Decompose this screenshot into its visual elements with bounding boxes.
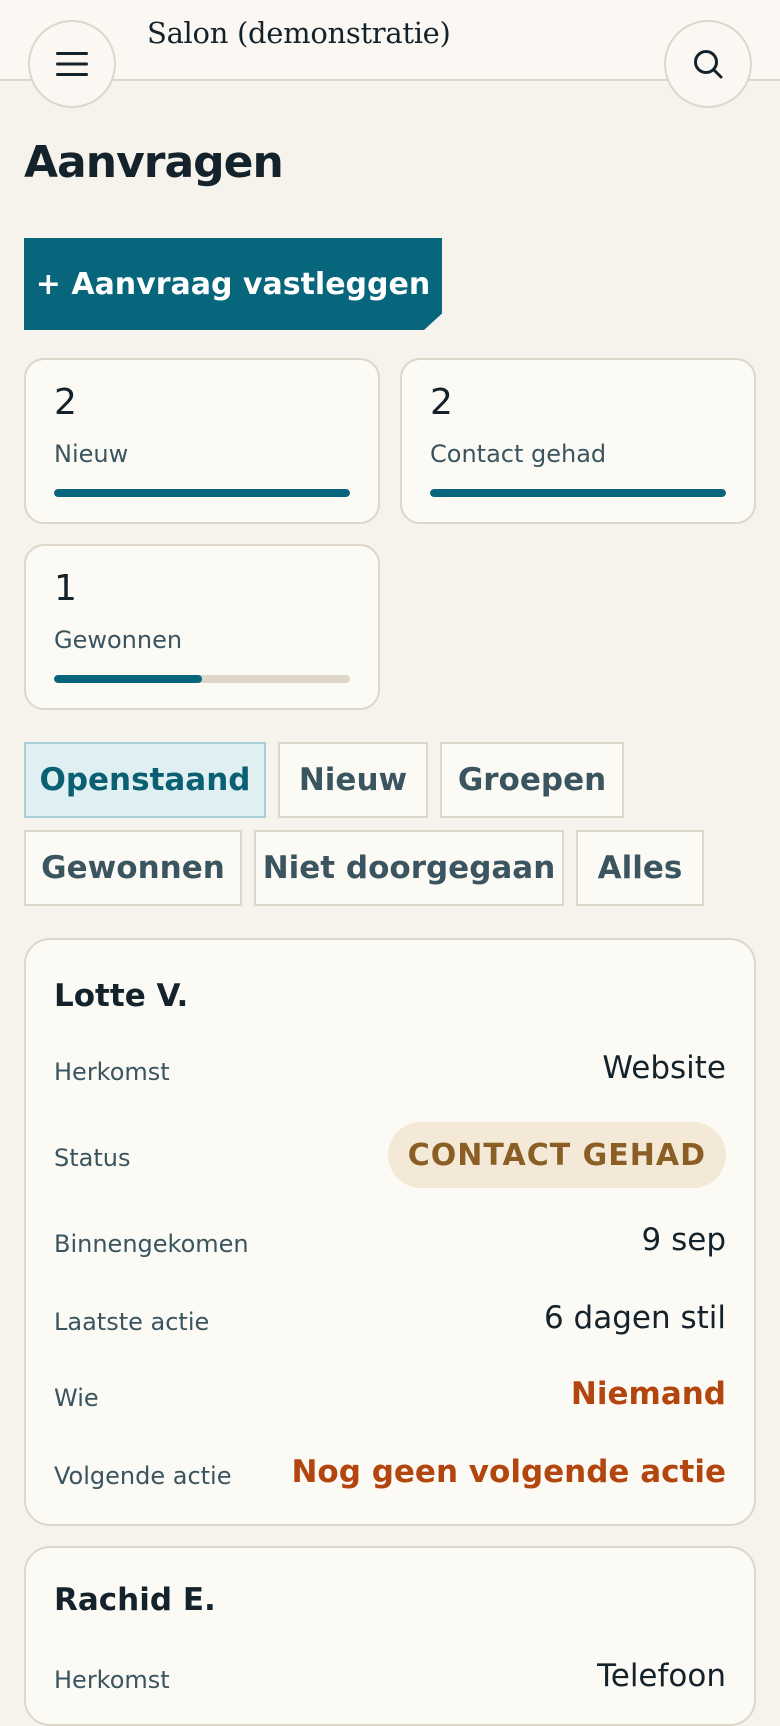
stat-card-new[interactable]: 2 Nieuw [24,358,380,524]
stat-count: 2 [54,382,77,423]
stat-card-contacted[interactable]: 2 Contact gehad [400,358,756,524]
received-label: Binnengekomen [54,1230,249,1258]
stat-label: Gewonnen [54,626,183,654]
menu-button[interactable] [28,20,116,108]
stat-progress-fill [430,489,726,497]
filter-tab-openstaand[interactable]: Openstaand [24,742,266,818]
origin-label: Herkomst [54,1666,170,1694]
hamburger-menu-icon [56,52,88,76]
request-name: Lotte V. [54,978,189,1014]
request-card[interactable]: Rachid E. Herkomst Telefoon [24,1546,756,1726]
stat-progress-fill [54,675,202,683]
next-action-label: Volgende actie [54,1462,232,1490]
filter-tab-alles[interactable]: Alles [576,830,704,906]
stat-progress-bar [54,675,350,683]
assignee-value: Niemand [570,1376,726,1412]
filter-tab-groepen[interactable]: Groepen [440,742,624,818]
app-title: Salon (demonstratie) [147,16,451,50]
last-action-label: Laatste actie [54,1308,210,1336]
request-name: Rachid E. [54,1582,216,1618]
origin-value: Website [602,1050,726,1086]
stat-count: 1 [54,568,77,609]
origin-value: Telefoon [597,1658,726,1694]
next-action-value: Nog geen volgende actie [291,1454,726,1490]
assignee-label: Wie [54,1384,99,1412]
received-value: 9 sep [641,1222,726,1258]
stat-label: Nieuw [54,440,129,468]
filter-tab-gewonnen[interactable]: Gewonnen [24,830,242,906]
add-request-button[interactable]: + Aanvraag vastleggen [24,238,442,330]
status-label: Status [54,1144,131,1172]
stat-label: Contact gehad [430,440,607,468]
search-icon [694,50,723,79]
page-title: Aanvragen [24,137,284,188]
stat-progress-fill [54,489,350,497]
stat-card-won[interactable]: 1 Gewonnen [24,544,380,710]
stat-count: 2 [430,382,453,423]
stat-progress-bar [430,489,726,497]
search-button[interactable] [664,20,752,108]
filter-tab-niet-doorgegaan[interactable]: Niet doorgegaan [254,830,564,906]
status-badge: CONTACT GEHAD [387,1122,726,1188]
last-action-value: 6 dagen stil [543,1300,726,1336]
stat-progress-bar [54,489,350,497]
request-card[interactable]: Lotte V. Herkomst Website Status CONTACT… [24,938,756,1526]
origin-label: Herkomst [54,1058,170,1086]
filter-tab-nieuw[interactable]: Nieuw [278,742,428,818]
